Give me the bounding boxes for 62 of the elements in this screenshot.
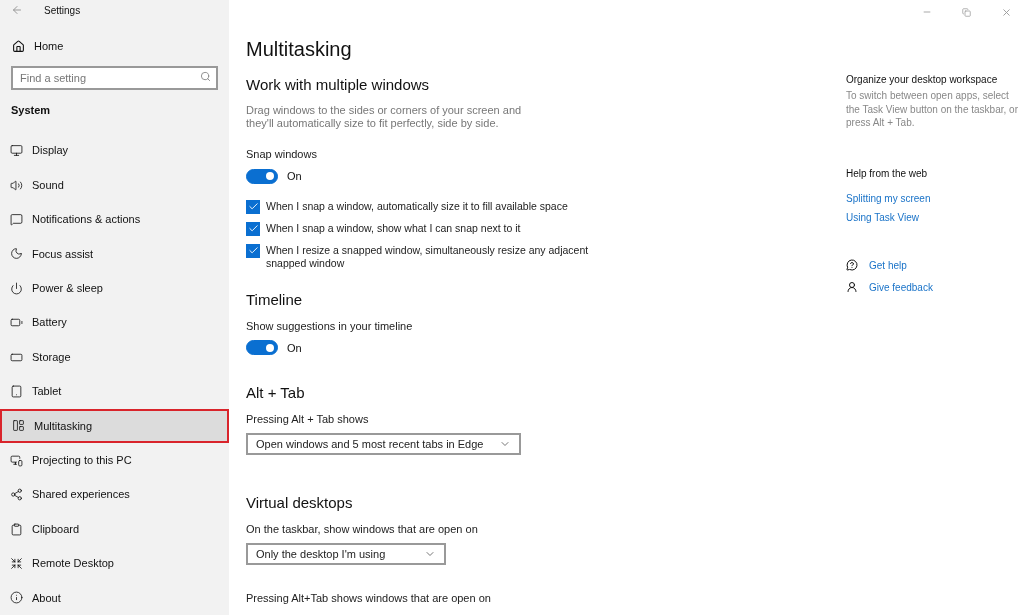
section-heading: System	[11, 102, 52, 118]
clipboard-icon	[10, 522, 23, 536]
setting-label: Pressing Alt + Tab shows	[246, 412, 369, 426]
help-icon	[846, 259, 858, 271]
toggle-switch[interactable]	[246, 168, 278, 184]
checkbox[interactable]	[246, 199, 260, 214]
checkbox[interactable]	[246, 221, 260, 236]
dropdown[interactable]: Only the desktop I'm using	[246, 543, 446, 565]
toggle-switch[interactable]	[246, 340, 278, 356]
nav-item[interactable]: Multitasking	[0, 408, 229, 444]
action-link[interactable]: Get help	[869, 258, 907, 272]
setting-label: Show suggestions in your timeline	[246, 318, 413, 333]
dropdown[interactable]: Open windows and 5 most recent tabs in Edge	[246, 433, 522, 455]
aside-heading: Help from the web	[846, 166, 929, 180]
checkbox-label: When I resize a snapped window, simultaneously resize any adjacent snapped window	[266, 243, 590, 270]
moon-icon	[10, 247, 23, 261]
setting-label: Snap windows	[246, 147, 317, 161]
aside-heading: Organize your desktop workspace	[846, 73, 999, 86]
nav-item[interactable]: Clipboard	[0, 511, 229, 547]
nav-item[interactable]: Power & sleep	[0, 271, 229, 306]
window-title: Settings	[44, 3, 81, 18]
page-title: Multitasking	[246, 37, 353, 62]
setting-label: Pressing Alt+Tab shows windows that are open on	[246, 591, 491, 605]
checkbox-label: When I snap a window, automatically size it to fill available space	[266, 199, 568, 213]
nav-item[interactable]: Projecting to this PC	[0, 443, 229, 478]
nav-item[interactable]: About	[0, 580, 229, 615]
nav-item[interactable]: Tablet	[0, 374, 229, 409]
aside-text: To switch between open apps, select the Task View button on the taskbar, or press Alt + Tab.	[846, 89, 1018, 130]
power-icon	[10, 281, 23, 295]
section-title: Timeline	[246, 289, 303, 310]
person-icon	[846, 281, 858, 293]
checkbox[interactable]	[246, 243, 260, 258]
speaker-icon	[10, 178, 23, 192]
section-title: Virtual desktops	[246, 493, 353, 513]
nav-item[interactable]: Shared experiences	[0, 477, 229, 512]
monitor-icon	[10, 144, 23, 158]
section-title: Alt + Tab	[246, 383, 305, 403]
home-link[interactable]: Home	[0, 31, 229, 62]
help-link[interactable]: Using Task View	[846, 210, 1024, 224]
nav-item[interactable]: Sound	[0, 167, 229, 203]
description-text: Drag windows to the sides or corners of your screen and they'll automatically size to fit perfectly, side by side.	[246, 104, 523, 130]
home-icon	[12, 40, 25, 53]
tablet-icon	[10, 384, 23, 398]
search-field[interactable]: Find a setting	[11, 66, 218, 91]
nav-item[interactable]: Remote Desktop	[0, 546, 229, 581]
toggle-state: On	[287, 340, 302, 356]
nav-item[interactable]: Focus assist	[0, 236, 229, 272]
checkbox-label: When I snap a window, show what I can snap next to it	[266, 221, 521, 235]
nav-item[interactable]: Display	[0, 133, 229, 168]
nav-item[interactable]: Notifications & actions	[0, 202, 229, 237]
message-icon	[10, 213, 23, 226]
toggle-state: On	[287, 169, 302, 184]
action-link[interactable]: Give feedback	[869, 280, 933, 294]
info-icon	[10, 591, 23, 605]
nav-item[interactable]: Storage	[0, 339, 229, 375]
nav-item[interactable]: Battery	[0, 305, 229, 340]
help-link[interactable]: Splitting my screen	[846, 191, 1024, 205]
search-icon	[200, 71, 211, 83]
section-title: Work with multiple windows	[246, 75, 430, 95]
close-icon[interactable]	[1001, 6, 1012, 18]
share-icon	[10, 488, 23, 502]
setting-label: On the taskbar, show windows that are open on	[246, 522, 478, 536]
